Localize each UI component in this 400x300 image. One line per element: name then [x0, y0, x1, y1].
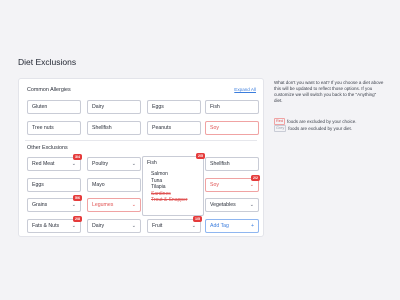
legend-red: Red foods are excluded by your choice.: [274, 118, 357, 125]
other-exclusions-label: Other Exclusions: [27, 145, 68, 151]
tag-label: Soy: [210, 125, 219, 131]
tag-dairy[interactable]: Dairy: [87, 100, 141, 114]
chevron-down-icon: ⌄: [131, 161, 136, 167]
tag-label: Dairy: [92, 223, 105, 229]
tag-eggs[interactable]: Eggs: [147, 100, 201, 114]
tag-label: Shellfish: [210, 161, 230, 167]
chevron-down-icon: ⌄: [131, 223, 136, 229]
add-tag-label: Add Tag: [210, 223, 229, 229]
tag-label: Fish: [210, 104, 220, 110]
dropdown-item-salmon[interactable]: Salmon: [151, 171, 188, 178]
chevron-down-icon: ⌄: [71, 202, 76, 208]
tag-label: Grains: [32, 202, 48, 208]
chevron-down-icon: ⌄: [249, 202, 254, 208]
tag-eggs-other[interactable]: Eggs: [27, 178, 81, 192]
dropdown-item-sardines[interactable]: Sardines: [151, 191, 188, 198]
tag-label: Dairy: [92, 104, 105, 110]
tag-tree-nuts[interactable]: Tree nuts: [27, 121, 81, 135]
diet-exclusions-panel: Common Allergies Expand All Gluten Dairy…: [18, 78, 264, 237]
tag-fish[interactable]: Fish: [205, 100, 259, 114]
common-allergies-label: Common Allergies: [27, 87, 71, 93]
tag-label: Legumes: [92, 202, 114, 208]
tag-label: Vegetables: [210, 202, 236, 208]
tag-label: Eggs: [152, 104, 164, 110]
chevron-down-icon: ⌄: [131, 202, 136, 208]
tag-grains[interactable]: Grains ⌄ 5/6: [27, 195, 82, 212]
count-badge: 2/8: [73, 216, 82, 222]
count-badge: 5/6: [73, 195, 82, 201]
tag-poultry[interactable]: Poultry ⌄: [87, 157, 141, 171]
red-chip: Red: [274, 118, 285, 125]
chevron-down-icon: ⌄: [71, 223, 76, 229]
section-divider: [25, 140, 257, 141]
dropdown-item-tuna[interactable]: Tuna: [151, 178, 188, 185]
tag-label: Soy: [210, 182, 219, 188]
expand-all-link[interactable]: Expand All: [234, 87, 256, 92]
tag-vegetables[interactable]: Vegetables ⌄: [205, 198, 259, 212]
tag-shellfish[interactable]: Shellfish: [87, 121, 141, 135]
tag-fruit[interactable]: Fruit ⌄ 1/5: [147, 216, 202, 233]
tag-shellfish-other[interactable]: Shellfish: [205, 157, 259, 171]
count-badge: 2/5: [196, 153, 205, 159]
grey-chip: Grey: [274, 125, 287, 132]
tag-label: Fruit: [152, 223, 163, 229]
tag-label: Poultry: [92, 161, 109, 167]
tag-label: Eggs: [32, 182, 44, 188]
tag-dairy-other[interactable]: Dairy ⌄: [87, 219, 141, 233]
count-badge: 3/4: [73, 154, 82, 160]
tag-label: Tree nuts: [32, 125, 54, 131]
count-badge: 1/5: [193, 216, 202, 222]
tag-label: Mayo: [92, 182, 105, 188]
dropdown-list: Salmon Tuna Tilapia Sardines Trout & Sna…: [151, 171, 188, 204]
legend-grey: Grey foods are excluded by your diet.: [274, 125, 352, 132]
tag-peanuts[interactable]: Peanuts: [147, 121, 201, 135]
chevron-down-icon: ⌄: [71, 161, 76, 167]
count-badge: 2/2: [251, 175, 260, 181]
plus-icon: +: [250, 223, 254, 229]
tag-label: Peanuts: [152, 125, 172, 131]
fish-dropdown[interactable]: Fish 2/5 Salmon Tuna Tilapia Sardines Tr…: [142, 153, 205, 216]
legend-red-text: foods are excluded by your choice.: [286, 119, 357, 124]
dropdown-item-trout-snapper[interactable]: Trout & Snapper: [151, 197, 188, 204]
tag-soy-other[interactable]: Soy ⌄ 2/2: [205, 175, 260, 192]
tag-label: Shellfish: [92, 125, 112, 131]
add-tag-button[interactable]: Add Tag +: [205, 219, 259, 233]
help-text: What don't you want to eat? If you choos…: [274, 80, 384, 104]
dropdown-header: Fish: [147, 160, 157, 166]
tag-label: Fats & Nuts: [32, 223, 60, 229]
tag-mayo[interactable]: Mayo: [87, 178, 141, 192]
tag-label: Gluten: [32, 104, 48, 110]
dropdown-item-tilapia[interactable]: Tilapia: [151, 184, 188, 191]
page-title: Diet Exclusions: [18, 57, 77, 67]
legend-grey-text: foods are excluded by your diet.: [288, 126, 353, 131]
chevron-down-icon: ⌄: [249, 182, 254, 188]
tag-red-meat[interactable]: Red Meat ⌄ 3/4: [27, 154, 82, 171]
chevron-down-icon: ⌄: [191, 223, 196, 229]
tag-legumes[interactable]: Legumes ⌄: [87, 198, 141, 212]
tag-gluten[interactable]: Gluten: [27, 100, 81, 114]
tag-soy[interactable]: Soy: [205, 121, 259, 135]
tag-fats-nuts[interactable]: Fats & Nuts ⌄ 2/8: [27, 216, 82, 233]
tag-label: Red Meat: [32, 161, 55, 167]
